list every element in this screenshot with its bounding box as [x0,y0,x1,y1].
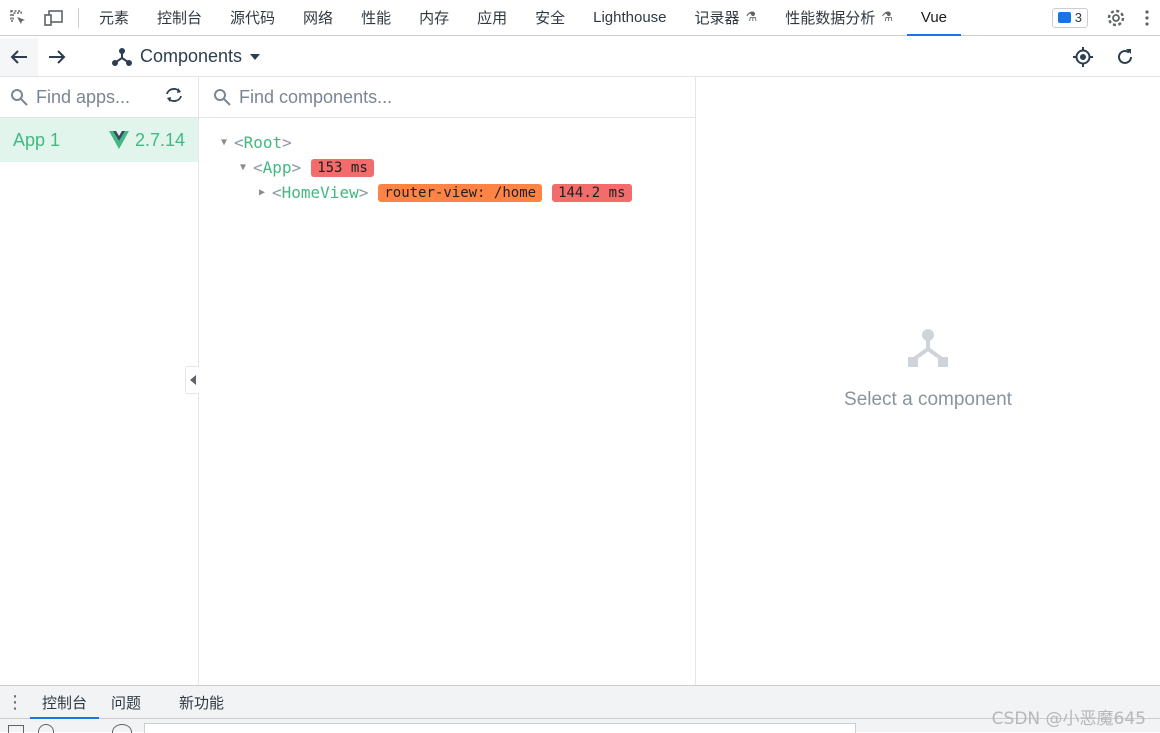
drawer-tab-whats-new[interactable]: 新功能 [167,686,236,719]
tab-label: 性能 [361,9,392,27]
tab-vue[interactable]: Vue [906,0,962,36]
components-search-input[interactable] [239,86,639,108]
app-list-item[interactable]: App 1 2.7.14 [0,118,198,162]
console-toolbar-partial [0,719,1160,733]
tab-elements[interactable]: 元素 [85,0,143,36]
tab-label: 控制台 [157,9,203,27]
render-time-badge: 144.2 ms [552,183,632,202]
tab-label: 记录器 [694,9,740,27]
tab-performance[interactable]: 性能 [347,0,405,36]
tab-sources[interactable]: 源代码 [216,0,289,36]
component-name: HomeView [281,183,359,202]
toolbar-right-actions [1064,38,1144,76]
apps-search-bar [0,77,198,118]
tree-node-app[interactable]: ▼ < App > 153 ms [199,155,695,180]
tab-network[interactable]: 网络 [289,0,347,36]
experimental-flask-icon: ⚗ [881,10,893,25]
drawer-tab-bar: ⋮ 控制台 问题 新功能 [0,686,1160,719]
vue-toolbar: Components [0,37,1160,77]
tree-node-homeview[interactable]: ▶ < HomeView > router-view: /home 144.2 ms [199,180,695,205]
tag-close-bracket: > [282,133,292,152]
refresh-icon[interactable] [1106,38,1144,76]
components-tree-icon [908,329,948,367]
apps-panel: App 1 2.7.14 [0,77,199,685]
apps-search-input[interactable] [36,86,156,108]
component-name: Root [243,133,283,152]
inspector-empty-state: Select a component [696,329,1160,411]
tab-memory[interactable]: 内存 [405,0,463,36]
tab-security[interactable]: 安全 [521,0,579,36]
components-search-bar [199,77,695,118]
device-toolbar-icon[interactable] [36,0,72,36]
caret-left-icon [189,375,196,385]
view-selector-label: Components [140,46,243,66]
expanded-arrow-icon[interactable]: ▼ [237,162,249,173]
collapse-apps-panel-handle[interactable] [185,366,199,394]
tab-console[interactable]: 控制台 [143,0,216,36]
tag-close-bracket: > [358,183,369,202]
tree-node-root[interactable]: ▼ < Root > [199,130,695,155]
back-arrow-icon[interactable] [0,37,38,76]
component-name: App [262,158,292,177]
experimental-flask-icon: ⚗ [745,10,758,25]
component-tree-panel: ▼ <Root> ▼ <App> 153 ms ▶ <HomeView> rou… [199,77,696,685]
render-time-badge: 153 ms [311,158,374,177]
tab-label: Lighthouse [593,9,667,26]
components-tree-icon [112,47,132,66]
search-icon [214,89,231,106]
tab-label: 性能数据分析 [785,9,876,27]
tab-lighthouse[interactable]: Lighthouse [579,0,680,36]
app-version-group: 2.7.14 [108,129,185,151]
csdn-watermark: CSDN @小恶魔645 [991,709,1146,729]
view-selector-dropdown[interactable]: Components [112,46,261,67]
tab-performance-insights[interactable]: 性能数据分析 ⚗ [771,0,907,36]
message-icon [1057,12,1071,23]
inspect-element-icon[interactable] [0,0,36,36]
search-icon [11,89,28,106]
drawer-menu-kebab-icon[interactable]: ⋮ [0,692,30,713]
empty-state-text: Select a component [844,389,1012,410]
devtools-tab-bar: 元素 控制台 源代码 网络 性能 内存 应用 安全 Lighthouse 记录器… [0,0,1160,36]
tab-separator [78,7,79,28]
vue-version: 2.7.14 [134,129,185,150]
devtools-right-actions: 3 [1051,0,1160,36]
more-options-kebab-icon[interactable] [1134,0,1160,36]
tab-label: 元素 [99,9,130,27]
settings-gear-icon[interactable] [1098,0,1134,36]
tab-label: 控制台 [42,693,88,712]
select-component-in-page-icon[interactable] [1064,38,1102,76]
tag-open-bracket: < [272,183,282,202]
drawer-tab-console[interactable]: 控制台 [30,686,100,719]
tab-label: 源代码 [230,9,276,27]
expanded-arrow-icon[interactable]: ▼ [218,137,230,148]
tab-label: 安全 [535,9,566,27]
issues-counter-button[interactable]: 3 [1051,7,1088,28]
component-inspector-panel: Select a component [696,77,1160,685]
drawer-tab-issues[interactable]: 问题 [99,686,153,719]
tab-recorder[interactable]: 记录器 ⚗ [681,0,772,36]
tab-label: 内存 [419,9,450,27]
issues-count: 3 [1074,10,1082,25]
collapsed-arrow-icon[interactable]: ▶ [256,187,268,198]
router-view-badge: router-view: /home [378,183,543,202]
forward-arrow-icon[interactable] [38,38,76,76]
tag-open-bracket: < [253,158,263,177]
tab-label: 网络 [303,9,334,27]
component-tree: ▼ < Root > ▼ < App > 153 ms ▶ < HomeView > rou… [199,118,695,205]
refresh-apps-icon[interactable] [164,87,184,108]
vue-logo-icon [108,131,129,149]
app-name: App 1 [13,129,61,150]
tag-close-bracket: > [291,158,302,177]
tab-label: 问题 [111,693,142,712]
tab-label: 新功能 [179,693,225,712]
devtools-drawer: ⋮ 控制台 问题 新功能 [0,685,1160,733]
tab-application[interactable]: 应用 [463,0,521,36]
tab-label: Vue [920,9,948,26]
caret-down-icon [250,53,261,60]
tag-open-bracket: < [234,133,244,152]
tab-label: 应用 [477,9,508,27]
